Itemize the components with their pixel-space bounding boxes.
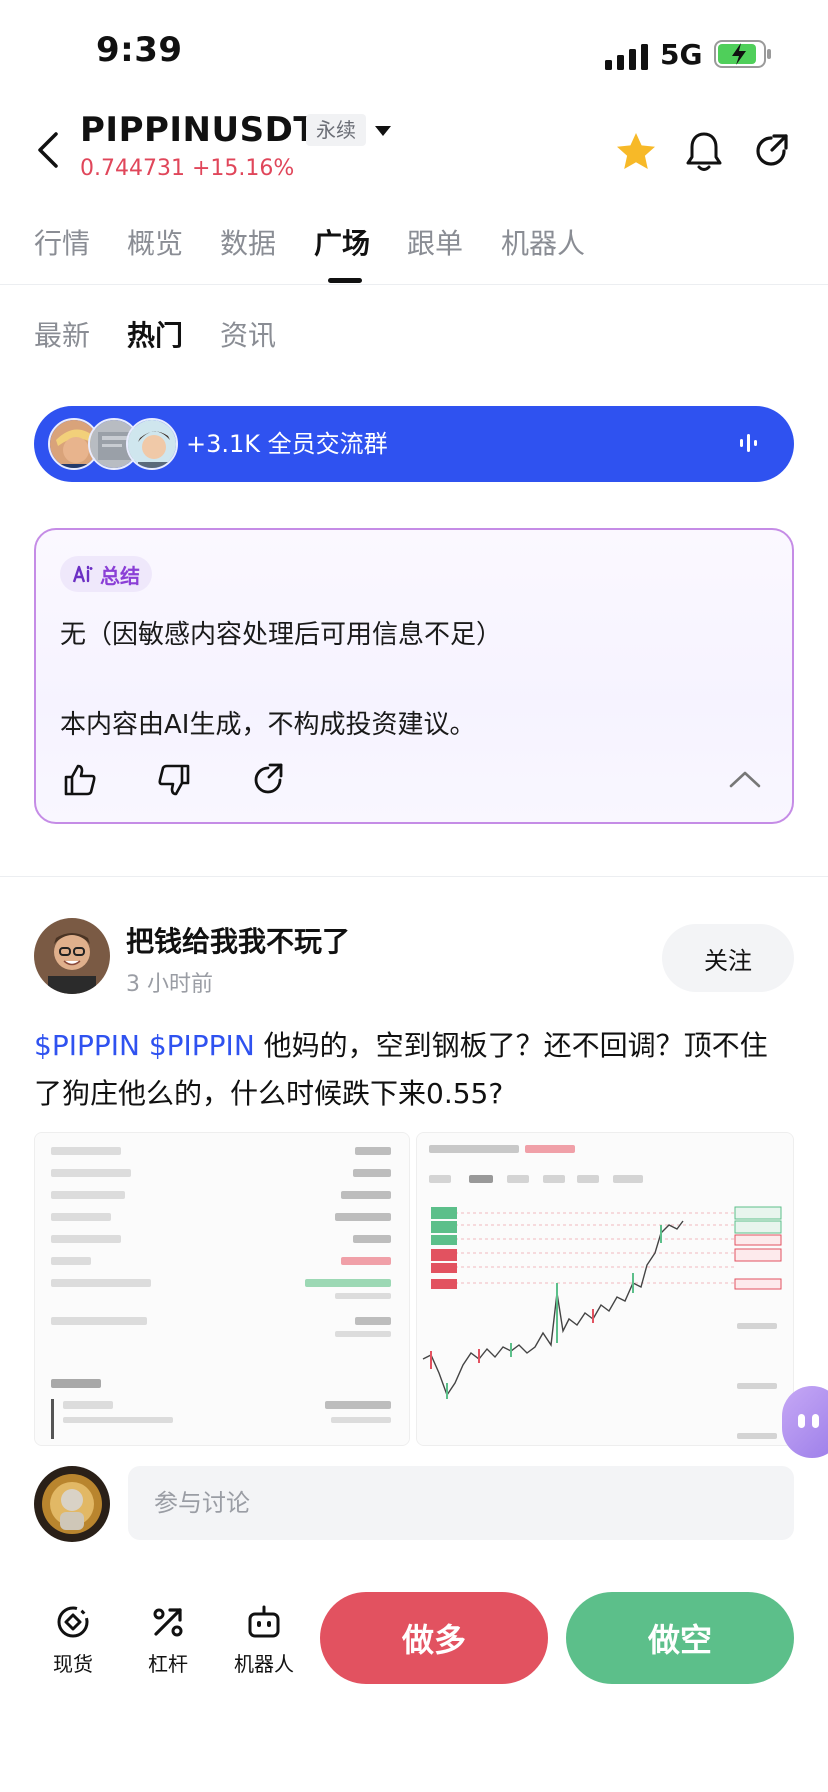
ai-icon: [72, 565, 93, 583]
price-change-line: 0.744731 +15.16%: [80, 156, 294, 181]
thumbs-down-icon[interactable]: [156, 762, 192, 798]
ai-summary-label: 总结: [100, 563, 140, 588]
comment-input[interactable]: 参与讨论: [128, 1466, 794, 1540]
subtab-news[interactable]: 资讯: [220, 314, 276, 354]
post-tags[interactable]: $PIPPIN $PIPPIN: [34, 1029, 255, 1062]
audio-wave-icon: [740, 434, 757, 452]
subtab-hot[interactable]: 热门: [127, 314, 183, 354]
regenerate-icon[interactable]: [250, 762, 286, 798]
divider: [0, 284, 828, 285]
tab-data[interactable]: 数据: [220, 222, 276, 262]
ai-summary-chip: 总结: [60, 556, 152, 592]
robot-button[interactable]: 机器人: [224, 1602, 304, 1677]
symbol-title[interactable]: PIPPINUSDT: [80, 110, 317, 150]
tab-square[interactable]: 广场: [314, 222, 370, 262]
status-time: 9:39: [96, 30, 183, 70]
floating-assistant-button[interactable]: [782, 1386, 828, 1458]
post-timestamp: 3 小时前: [126, 972, 213, 997]
robot-icon: [248, 1605, 280, 1638]
contract-type-badge: 永续: [306, 114, 366, 146]
spot-label: 现货: [53, 1652, 93, 1676]
ai-disclaimer: 本内容由AI生成，不构成投资建议。: [60, 710, 476, 740]
post-image-price-chart[interactable]: [416, 1132, 794, 1446]
author-avatar[interactable]: [34, 918, 110, 994]
battery-icon: [714, 40, 771, 68]
ai-summary-text: 无（因敏感内容处理后可用信息不足）: [60, 620, 503, 650]
tab-bots[interactable]: 机器人: [501, 222, 585, 262]
post-body: $PIPPIN $PIPPIN 他妈的，空到钢板了？还不回调？顶不住了狗庄他么的…: [34, 1022, 794, 1118]
leverage-button[interactable]: 杠杆: [128, 1602, 208, 1677]
leverage-icon: [153, 1608, 183, 1637]
chevron-up-icon[interactable]: [728, 768, 762, 790]
share-icon[interactable]: [752, 132, 790, 170]
subtab-latest[interactable]: 最新: [34, 314, 90, 354]
bell-icon[interactable]: [684, 130, 724, 174]
back-icon[interactable]: [30, 128, 66, 172]
post-author-name[interactable]: 把钱给我我不玩了: [126, 920, 350, 960]
price-change: +15.16%: [191, 156, 295, 181]
member-avatar: [126, 418, 178, 470]
leverage-label: 杠杆: [148, 1652, 188, 1676]
user-avatar[interactable]: [34, 1466, 110, 1542]
short-button[interactable]: 做空: [566, 1592, 794, 1684]
tab-market[interactable]: 行情: [34, 222, 90, 262]
caret-down-icon[interactable]: [374, 124, 392, 138]
thumbs-up-icon[interactable]: [62, 762, 98, 798]
spot-icon: [57, 1606, 89, 1638]
tab-overview[interactable]: 概览: [127, 222, 183, 262]
spot-button[interactable]: 现货: [33, 1602, 113, 1677]
robot-label: 机器人: [234, 1652, 294, 1676]
tab-copy-trade[interactable]: 跟单: [407, 222, 463, 262]
active-tab-indicator: [328, 278, 362, 283]
network-type: 5G: [660, 38, 703, 71]
signal-icon: [605, 44, 648, 70]
follow-button[interactable]: 关注: [662, 924, 794, 992]
group-chat-label: +3.1K 全员交流群: [186, 430, 388, 458]
long-button[interactable]: 做多: [320, 1592, 548, 1684]
divider: [0, 876, 828, 877]
post-image-position-details[interactable]: [34, 1132, 410, 1446]
last-price: 0.744731: [80, 156, 185, 181]
favorite-star-icon[interactable]: [614, 130, 658, 174]
